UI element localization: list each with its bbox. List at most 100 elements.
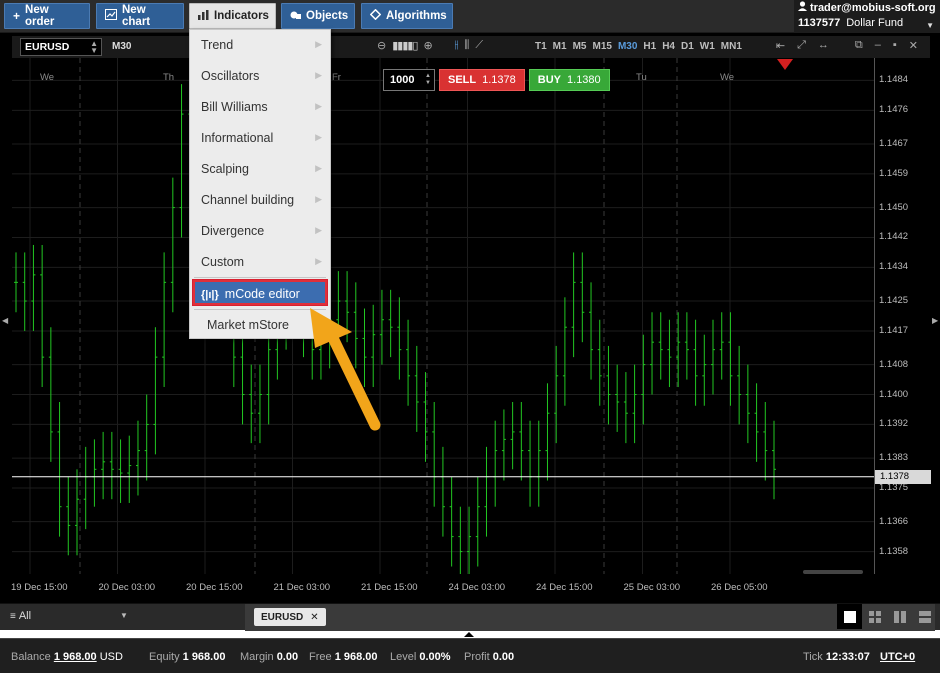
price-axis[interactable]: 1.1484 1.1476 1.1467 1.1459 1.1450 1.1442 1.14… (874, 58, 931, 574)
diamond-icon (369, 8, 382, 23)
close-tab-icon[interactable]: ✕ (310, 612, 318, 623)
menu-item-bill-williams[interactable]: Bill Williams ▶ (190, 92, 330, 123)
symbol-select[interactable]: EURUSD ▲ ▼ (20, 38, 102, 56)
time-tick-label: 20 Dec 03:00 (98, 582, 156, 593)
indicators-button[interactable]: Indicators (189, 3, 276, 29)
new-chart-button[interactable]: New chart (96, 3, 184, 29)
minimize-icon[interactable]: – (875, 39, 881, 52)
layout-grid-icon[interactable] (862, 604, 887, 629)
price-bar (74, 469, 79, 556)
price-tick-label: 1.1358 (879, 545, 909, 557)
price-bar (257, 364, 262, 444)
spinner-icon[interactable]: ▲ ▼ (425, 73, 431, 87)
price-bar (693, 319, 698, 406)
menu-item-custom[interactable]: Custom ▶ (190, 247, 330, 278)
quantity-input[interactable]: 1000 ▲ ▼ (383, 69, 435, 91)
timeframe-bar: T1 M1 M5 M15 M30 H1 H4 D1 W1 MN1 (535, 41, 742, 52)
objects-button[interactable]: Objects (281, 3, 355, 29)
balance-value[interactable]: 1 968.00 (54, 651, 97, 663)
submenu-arrow-icon: ▶ (315, 163, 322, 173)
menu-item-oscillators[interactable]: Oscillators ▶ (190, 61, 330, 92)
algorithms-button[interactable]: Algorithms (361, 3, 453, 29)
time-tick-label: 21 Dec 03:00 (273, 582, 331, 593)
panel-toggle-icon[interactable] (464, 632, 474, 637)
price-tick-label: 1.1476 (879, 104, 909, 116)
price-bar (406, 319, 411, 406)
price-tick-label: 1.1459 (879, 167, 909, 179)
zoom-slider[interactable]: ▮▮▮▮▯ (392, 39, 418, 52)
submenu-arrow-icon: ▶ (315, 70, 322, 80)
indicators-menu: Trend ▶ Oscillators ▶ Bill Williams ▶ Infor… (189, 29, 331, 339)
tf-m30[interactable]: M30 (618, 41, 637, 52)
price-tick-label: 1.1484 (879, 74, 909, 86)
layout-rows-icon[interactable] (912, 604, 937, 629)
menu-item-informational[interactable]: Informational ▶ (190, 123, 330, 154)
tf-t1[interactable]: T1 (535, 41, 547, 52)
layout-columns-icon[interactable] (887, 604, 912, 629)
price-tick-label: 1.1434 (879, 261, 909, 273)
chevron-down-icon[interactable]: ▼ (926, 21, 934, 30)
menu-item-channel-building[interactable]: Channel building ▶ (190, 185, 330, 216)
tf-m15[interactable]: M15 (592, 41, 611, 52)
line-chart-icon[interactable]: ⟋ (475, 39, 483, 52)
menu-item-scalping[interactable]: Scalping ▶ (190, 154, 330, 185)
tf-w1[interactable]: W1 (700, 41, 715, 52)
plus-icon: + (13, 9, 21, 23)
price-bar (528, 420, 533, 507)
day-header: Tu (636, 72, 647, 83)
price-bar (432, 402, 437, 507)
price-bar (31, 244, 36, 331)
tick-time-field: Tick 12:33:07 (803, 651, 870, 663)
candles-icon[interactable]: ⫼ (464, 39, 469, 52)
hscale-icon[interactable]: ↔ (818, 39, 829, 52)
time-tick-label: 21 Dec 15:00 (361, 582, 418, 593)
layout-single-icon[interactable] (837, 604, 862, 629)
price-tick-label: 1.1425 (879, 295, 909, 307)
time-axis[interactable]: 19 Dec 15:00 20 Dec 03:00 20 Dec 15:00 21 D… (11, 574, 874, 598)
price-tick-label: 1.1400 (879, 388, 909, 400)
account-panel[interactable]: trader@mobius-soft.org 1137577 Dollar Fu… (794, 0, 940, 33)
price-bar (684, 312, 689, 380)
submenu-arrow-icon: ▶ (315, 101, 322, 111)
price-bar (493, 420, 498, 507)
autoscale-icon[interactable]: ⤢ (797, 39, 806, 52)
tf-mn1[interactable]: MN1 (721, 41, 742, 52)
crosshair-icon[interactable]: ⫲ (455, 39, 459, 52)
price-tick-label: 1.1417 (879, 324, 909, 336)
tab-eurusd[interactable]: EURUSD ✕ (254, 608, 326, 626)
account-number: 1137577 (798, 17, 841, 29)
price-chart[interactable]: We Th Fr Tu We 1000 ▲ ▼ SELL 1.1378 BUY 1… (12, 58, 874, 574)
account-status-bar: Balance 1 968.00 USD Equity 1 968.00 Mar… (0, 638, 940, 673)
maximize-icon[interactable]: ▪ (893, 39, 897, 52)
tf-d1[interactable]: D1 (681, 41, 694, 52)
time-tick-label: 26 Dec 05:00 (711, 582, 768, 593)
zoom-tools: ⊖ ▮▮▮▮▯ ⊕ ⫲ ⫼ ⟋ (377, 39, 483, 52)
price-bar (40, 244, 45, 388)
sell-button[interactable]: SELL 1.1378 (439, 69, 525, 91)
fit-icon[interactable]: ⇤ (776, 39, 785, 52)
buy-button[interactable]: BUY 1.1380 (528, 69, 610, 91)
tf-m5[interactable]: M5 (573, 41, 587, 52)
chevron-left-icon[interactable]: ◀ (2, 316, 8, 325)
tf-h1[interactable]: H1 (643, 41, 656, 52)
timezone-select[interactable]: UTC+0 (880, 651, 915, 663)
zoom-in-icon[interactable]: ⊕ (424, 39, 433, 52)
tab-filter-select[interactable]: ≡ All ▼ (10, 610, 128, 622)
chevron-right-icon[interactable]: ▶ (932, 316, 938, 325)
zoom-out-icon[interactable]: ⊖ (377, 39, 386, 52)
close-icon[interactable]: ✕ (909, 39, 918, 52)
new-order-button[interactable]: + New order (4, 3, 90, 29)
price-bar (14, 252, 18, 313)
balance-field: Balance 1 968.00 USD (11, 651, 123, 663)
menu-item-trend[interactable]: Trend ▶ (190, 30, 330, 61)
chart-icon (105, 9, 117, 23)
tf-m1[interactable]: M1 (553, 41, 567, 52)
price-bar (615, 364, 620, 432)
chart-tab-strip: ≡ All ▼ EURUSD ✕ (0, 603, 940, 631)
menu-divider (194, 277, 326, 278)
menu-item-divergence[interactable]: Divergence ▶ (190, 216, 330, 247)
popout-icon[interactable]: ⧉ (855, 39, 863, 52)
price-bar (414, 345, 419, 432)
tf-h4[interactable]: H4 (662, 41, 675, 52)
price-bar (101, 431, 106, 500)
